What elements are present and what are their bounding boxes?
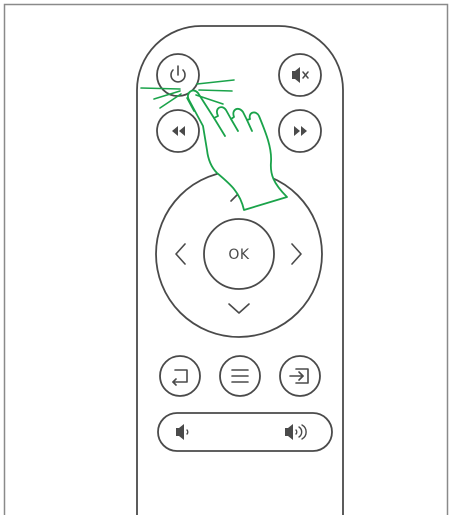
input-source-button[interactable] <box>279 355 321 397</box>
left-arrow-icon[interactable] <box>175 243 186 265</box>
remote-illustration: OK <box>3 3 449 515</box>
remote-diagram: OK <box>0 0 452 515</box>
ok-button[interactable]: OK <box>203 218 275 290</box>
fast-forward-button[interactable] <box>278 109 322 153</box>
down-arrow-icon[interactable] <box>228 303 250 314</box>
ok-label: OK <box>228 247 250 263</box>
mute-button[interactable] <box>278 53 322 97</box>
pointing-hand-icon <box>187 89 288 211</box>
back-button[interactable] <box>159 355 201 397</box>
right-arrow-icon[interactable] <box>291 243 302 265</box>
volume-rocker[interactable] <box>157 412 333 452</box>
menu-button[interactable] <box>219 355 261 397</box>
rewind-button[interactable] <box>156 109 200 153</box>
